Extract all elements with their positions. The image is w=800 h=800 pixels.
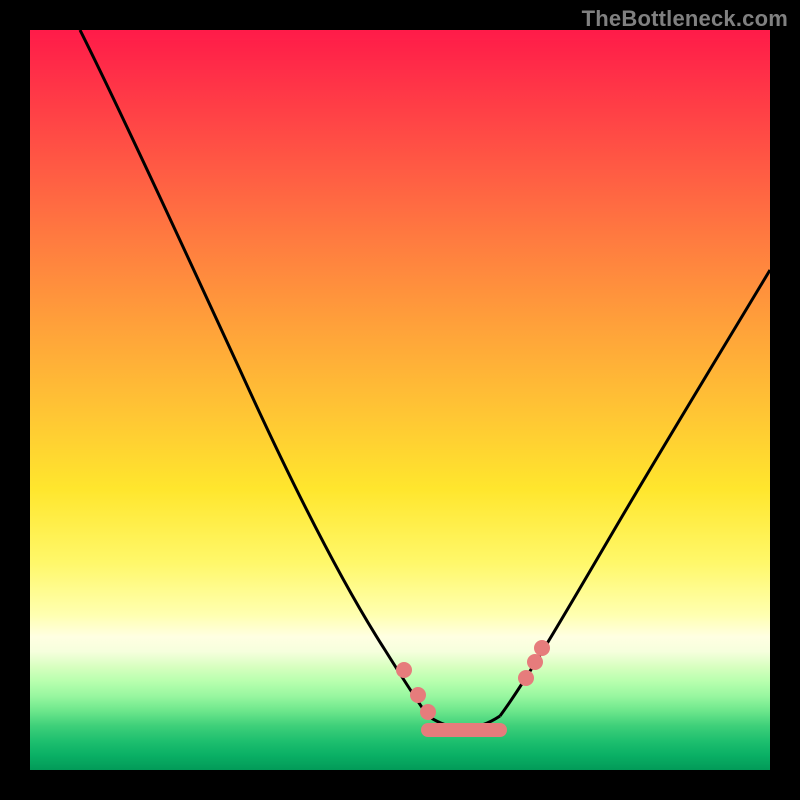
watermark-text: TheBottleneck.com	[582, 6, 788, 32]
marker-dot	[410, 687, 426, 703]
plot-area	[30, 30, 770, 770]
chart-frame: TheBottleneck.com	[0, 0, 800, 800]
curve-left-branch	[80, 30, 428, 716]
marker-dot	[518, 670, 534, 686]
marker-dot	[396, 662, 412, 678]
marker-dot	[534, 640, 550, 656]
curve-svg	[30, 30, 770, 770]
marker-dot	[420, 704, 436, 720]
marker-dot	[527, 654, 543, 670]
